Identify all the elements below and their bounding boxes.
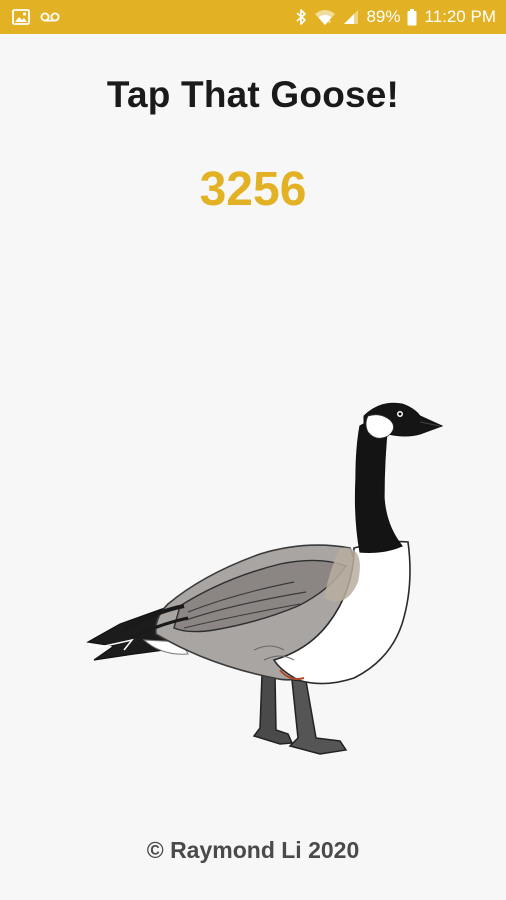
battery-percent: 89%: [366, 7, 401, 26]
status-time: 11:20 PM: [424, 7, 496, 26]
svg-text:+: +: [328, 20, 332, 25]
battery-icon: [407, 8, 417, 26]
voicemail-icon: [40, 11, 60, 23]
image-icon: [12, 9, 30, 25]
goose-tap-target[interactable]: [84, 398, 446, 760]
canada-goose-image: [86, 402, 444, 755]
app-screen: + 89% 11:20 PM Tap That Goose! 3256 © Ra…: [0, 0, 506, 900]
bluetooth-icon: [295, 8, 307, 26]
status-bar-left: [12, 9, 60, 25]
status-bar-right: + 89% 11:20 PM: [295, 7, 496, 27]
status-bar: + 89% 11:20 PM: [0, 0, 506, 34]
wifi-icon: +: [314, 9, 336, 25]
page-title: Tap That Goose!: [106, 74, 400, 115]
copyright-footer: © Raymond Li 2020: [146, 837, 360, 863]
cell-signal-icon: [343, 9, 359, 25]
score-counter: 3256: [199, 163, 307, 216]
